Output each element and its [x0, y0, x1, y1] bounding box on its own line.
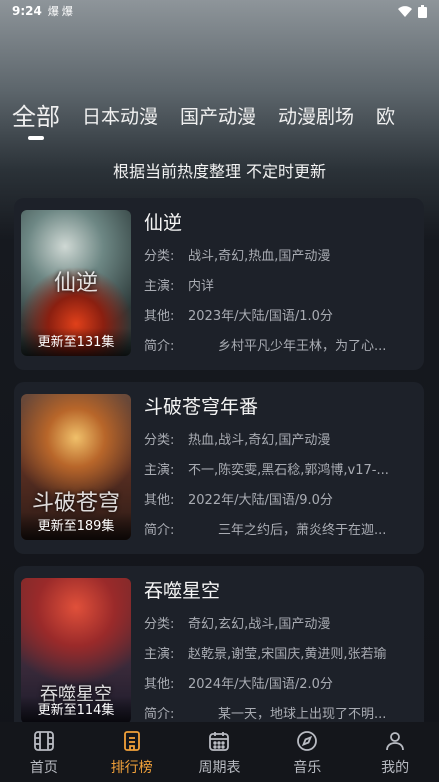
intro-label: 简介:: [144, 339, 175, 354]
anime-title[interactable]: 仙逆: [144, 210, 414, 236]
status-bar: 9:24 爆 爆: [0, 0, 439, 22]
status-time: 9:24: [12, 4, 42, 18]
nav-profile[interactable]: 我的: [351, 722, 439, 782]
nav-label: 周期表: [198, 760, 241, 776]
poster: 斗破苍穹 更新至189集: [21, 394, 131, 540]
other-value: 2024年/大陆/国语/2.0分: [188, 677, 333, 692]
intro-value: 某一天，地球上出现了不明...: [218, 707, 387, 722]
category-label: 分类:: [144, 249, 175, 264]
anime-card[interactable]: 吞噬星空 更新至114集 吞噬星空 分类: 奇幻,玄幻,战斗,国产动漫 主演: 赵乾…: [14, 566, 424, 722]
wifi-icon: [398, 5, 412, 17]
compass-icon: [297, 731, 318, 751]
other-label: 其他:: [144, 309, 175, 324]
poster: 仙逆 更新至131集: [21, 210, 131, 356]
episode-badge: 更新至189集: [21, 512, 131, 540]
notification-icon: 爆: [47, 5, 59, 18]
nav-music[interactable]: 音乐: [263, 722, 351, 782]
intro-label: 简介:: [144, 707, 175, 722]
intro-value: 乡村平凡少年王林，为了心...: [218, 339, 387, 354]
other-value: 2023年/大陆/国语/1.0分: [188, 309, 333, 324]
bottom-nav: 首页 排行榜 周期表 音乐 我的: [0, 722, 439, 782]
anime-title[interactable]: 吞噬星空: [144, 578, 414, 604]
category-value: 热血,战斗,奇幻,国产动漫: [188, 433, 331, 448]
episode-badge: 更新至131集: [21, 328, 131, 356]
nav-label: 音乐: [293, 760, 322, 776]
poster-title: 仙逆: [53, 271, 98, 297]
notification-icon: 爆: [61, 5, 73, 18]
other-label: 其他:: [144, 677, 175, 692]
nav-home[interactable]: 首页: [0, 722, 88, 782]
nav-label: 我的: [381, 760, 410, 776]
cast-value: 不一,陈奕雯,黑石稔,郭鸿博,v17-...: [188, 463, 389, 478]
ranking-list: 仙逆 更新至131集 仙逆 分类: 战斗,奇幻,热血,国产动漫 主演: 内详 其他:…: [14, 198, 424, 722]
tab-anime-theater[interactable]: 动漫剧场: [278, 100, 354, 134]
nav-label: 排行榜: [110, 760, 153, 776]
film-icon: [33, 731, 54, 751]
other-label: 其他:: [144, 493, 175, 508]
nav-schedule[interactable]: 周期表: [176, 722, 264, 782]
other-value: 2022年/大陆/国语/9.0分: [188, 493, 333, 508]
poster: 吞噬星空 更新至114集: [21, 578, 131, 722]
anime-card[interactable]: 仙逆 更新至131集 仙逆 分类: 战斗,奇幻,热血,国产动漫 主演: 内详 其他:…: [14, 198, 424, 370]
ranking-icon: [123, 731, 140, 751]
category-value: 奇幻,玄幻,战斗,国产动漫: [188, 617, 331, 632]
cast-value: 内详: [188, 279, 215, 294]
user-icon: [386, 732, 404, 751]
tab-all[interactable]: 全部: [12, 100, 60, 134]
intro-label: 简介:: [144, 523, 175, 538]
tab-japanese-anime[interactable]: 日本动漫: [82, 100, 158, 134]
nav-ranking[interactable]: 排行榜: [88, 722, 176, 782]
cast-value: 赵乾景,谢莹,宋国庆,黄进则,张若瑜: [188, 647, 387, 662]
category-value: 战斗,奇幻,热血,国产动漫: [188, 249, 331, 264]
anime-card[interactable]: 斗破苍穹 更新至189集 斗破苍穹年番 分类: 热血,战斗,奇幻,国产动漫 主演:…: [14, 382, 424, 554]
category-label: 分类:: [144, 617, 175, 632]
intro-value: 三年之约后，萧炎终于在迦...: [218, 523, 387, 538]
cast-label: 主演:: [144, 647, 175, 662]
battery-icon: [418, 4, 427, 18]
nav-label: 首页: [29, 760, 58, 776]
tab-western-anime[interactable]: 欧: [376, 100, 395, 134]
episode-badge: 更新至114集: [21, 696, 131, 722]
anime-title[interactable]: 斗破苍穹年番: [144, 394, 414, 420]
calendar-icon: [209, 732, 230, 751]
category-tabs: 全部 日本动漫 国产动漫 动漫剧场 欧: [0, 100, 439, 140]
tab-chinese-anime[interactable]: 国产动漫: [180, 100, 256, 134]
cast-label: 主演:: [144, 463, 175, 478]
category-label: 分类:: [144, 433, 175, 448]
ranking-subtitle: 根据当前热度整理 不定时更新: [112, 162, 327, 181]
cast-label: 主演:: [144, 279, 175, 294]
